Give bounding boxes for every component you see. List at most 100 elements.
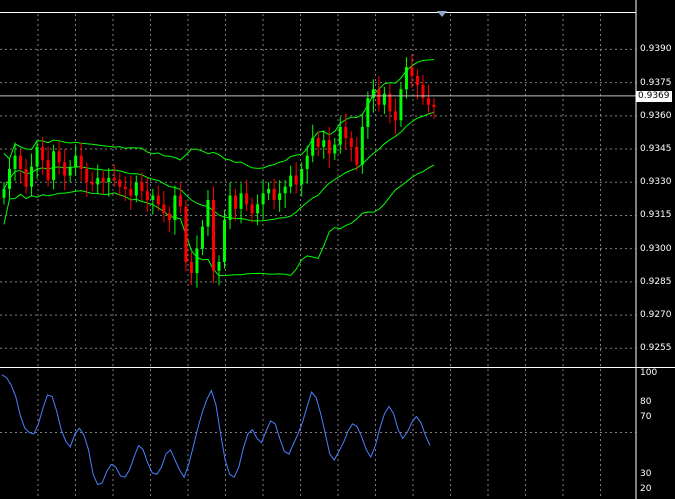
candle-body	[283, 186, 287, 194]
candle-body	[90, 182, 94, 185]
candle-body	[234, 195, 238, 209]
candle	[327, 126, 331, 169]
candle	[19, 149, 23, 184]
candle	[393, 98, 397, 135]
candle-body	[294, 175, 298, 185]
candle-body	[289, 175, 293, 187]
candle-body	[338, 126, 342, 145]
candle	[382, 87, 386, 115]
chart-window[interactable]: 0.9390 0.9375 0.9360 0.9345 0.9330 0.9315 0.93…	[0, 0, 675, 499]
price-tick-label: 0.9390	[640, 44, 672, 55]
candle-body	[52, 151, 56, 181]
candle-body	[322, 140, 326, 147]
price-tick-label: 0.9315	[640, 210, 672, 221]
candle-body	[316, 137, 320, 147]
chart-canvas[interactable]	[0, 0, 675, 499]
candle-body	[162, 204, 166, 214]
price-tick-label: 0.9300	[640, 243, 672, 254]
candle-body	[223, 219, 227, 262]
candle	[305, 145, 309, 184]
bollinger-middle-band	[3, 111, 435, 222]
bollinger-upper-band	[3, 59, 435, 169]
candle-body	[85, 168, 89, 183]
candle-body	[2, 188, 6, 198]
candle-body	[151, 195, 155, 200]
candle	[8, 159, 12, 199]
candle-body	[300, 168, 304, 185]
candle-body	[145, 191, 149, 200]
candle	[13, 142, 17, 181]
oscillator-tick-label: 20	[640, 483, 652, 494]
oscillator-tick-label: 70	[640, 411, 652, 422]
candle-body	[41, 146, 45, 161]
candle	[151, 188, 155, 215]
candle	[272, 178, 276, 210]
candle-body	[393, 111, 397, 121]
candle	[52, 144, 56, 190]
candle	[294, 162, 298, 194]
candle-body	[272, 188, 276, 200]
candle	[79, 142, 83, 181]
candle	[234, 188, 238, 221]
candle	[129, 175, 133, 211]
candle-body	[377, 89, 381, 105]
oscillator-tick-label: 80	[640, 397, 652, 408]
candle-body	[123, 186, 127, 189]
candle	[173, 185, 177, 235]
candle	[217, 255, 221, 286]
candle-body	[410, 67, 414, 76]
candle	[184, 199, 188, 272]
candle	[289, 165, 293, 194]
candle	[355, 136, 359, 172]
candle-body	[432, 104, 436, 107]
candle	[101, 171, 105, 195]
candle-body	[344, 126, 348, 138]
candle-body	[228, 195, 232, 220]
chart-shift-marker-icon[interactable]	[437, 11, 447, 17]
candle-body	[261, 193, 265, 205]
bollinger-bands	[3, 59, 435, 277]
candle-body	[311, 137, 315, 156]
candle-body	[57, 151, 61, 163]
candle-body	[256, 204, 260, 214]
candle-body	[217, 261, 221, 271]
candle	[333, 137, 337, 161]
price-tick-label: 0.9270	[640, 310, 672, 321]
candle-body	[19, 155, 23, 169]
candle-body	[79, 155, 83, 169]
candle	[206, 190, 210, 236]
candle-body	[399, 89, 403, 121]
candle-body	[245, 193, 249, 205]
candle-body	[118, 180, 122, 187]
candle	[322, 130, 326, 159]
candle-body	[178, 195, 182, 207]
candle-body	[30, 166, 34, 187]
candle-body	[74, 155, 78, 167]
candle	[118, 173, 122, 196]
candle	[2, 182, 6, 205]
candle	[267, 182, 271, 200]
current-price-label: 0.9369	[636, 90, 672, 102]
candle-body	[239, 193, 243, 209]
candle	[167, 206, 171, 232]
candle-body	[134, 182, 138, 196]
candle-body	[167, 213, 171, 220]
candle-body	[173, 195, 177, 220]
candle-body	[112, 177, 116, 181]
candle-body	[404, 67, 408, 90]
candle-body	[327, 140, 331, 154]
price-tick-label: 0.9345	[640, 144, 672, 155]
candle	[245, 180, 249, 212]
candle-body	[211, 199, 215, 271]
candle-body	[333, 144, 337, 154]
oscillator-series	[1, 374, 431, 486]
candle	[145, 177, 149, 212]
candle-body	[35, 146, 39, 167]
grid-lines	[0, 14, 636, 496]
candle	[57, 141, 61, 175]
candle	[41, 136, 45, 175]
candle-body	[371, 89, 375, 99]
candle	[250, 197, 254, 223]
candle	[24, 159, 28, 194]
oscillator-tick-label: 100	[640, 368, 658, 379]
